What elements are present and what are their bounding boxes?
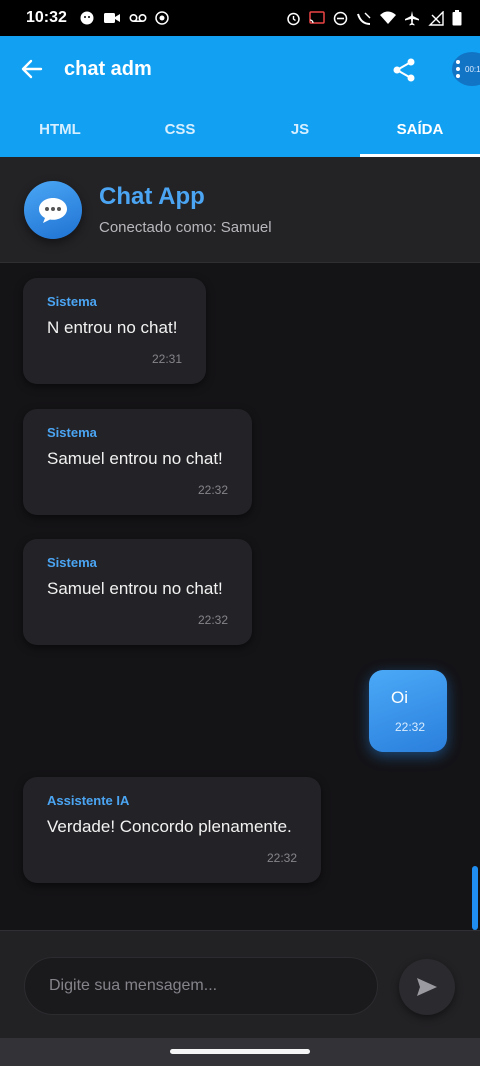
message-input[interactable] (24, 957, 378, 1015)
face-icon (80, 11, 94, 25)
overflow-menu-button[interactable]: 00:14 (452, 52, 480, 86)
message-sender: Sistema (47, 555, 97, 570)
chat-header: Chat App Conectado como: Samuel (0, 157, 480, 263)
share-button[interactable] (388, 54, 420, 86)
app-bar-title: chat adm (64, 57, 152, 80)
message-text: Verdade! Concordo plenamente. (47, 817, 292, 836)
tab-saida[interactable]: SAÍDA (360, 102, 480, 157)
app-bar: chat adm 00:14 (0, 36, 480, 102)
message-sender: Assistente IA (47, 793, 130, 808)
alarm-icon (287, 12, 300, 25)
chat-avatar (24, 181, 82, 239)
cast-screen-icon (309, 11, 325, 24)
battery-icon (452, 10, 462, 26)
my-message-bubble: Oi 22:32 (369, 670, 447, 752)
message-text: Samuel entrou no chat! (47, 579, 223, 598)
wifi-icon (380, 11, 396, 24)
recording-timer: 00:14 (465, 64, 480, 74)
scrollbar-thumb[interactable] (472, 866, 478, 930)
wifi-call-icon (357, 12, 371, 25)
message-time: 22:32 (394, 720, 425, 734)
speech-bubble-icon (39, 198, 67, 223)
more-vertical-icon (456, 60, 460, 78)
chat-app-title: Chat App (99, 183, 205, 210)
message-text: Samuel entrou no chat! (47, 449, 223, 468)
status-bar: 10:32 (0, 0, 480, 36)
message-text: N entrou no chat! (47, 318, 178, 337)
system-nav-bar (0, 1038, 480, 1066)
message-time: 22:32 (266, 851, 297, 865)
tab-css[interactable]: CSS (120, 102, 240, 157)
back-button[interactable] (0, 36, 64, 102)
message-time: 22:32 (197, 483, 228, 497)
home-gesture-handle[interactable] (170, 1049, 310, 1054)
dnd-icon (333, 11, 348, 25)
cast-icon (155, 11, 169, 25)
signal-off-icon (428, 10, 444, 26)
status-time: 10:32 (26, 9, 67, 26)
message-bubble: Sistema Samuel entrou no chat! 22:32 (23, 539, 252, 645)
connection-status: Conectado como: Samuel (99, 219, 272, 236)
arrow-left-icon (21, 59, 43, 79)
message-list[interactable]: Sistema N entrou no chat! 22:31 Sistema … (0, 264, 480, 930)
tab-bar: HTML CSS JS SAÍDA (0, 102, 480, 157)
message-bubble: Sistema N entrou no chat! 22:31 (23, 278, 206, 384)
message-sender: Sistema (47, 425, 97, 440)
video-icon (103, 13, 120, 23)
message-bubble: Sistema Samuel entrou no chat! 22:32 (23, 409, 252, 515)
message-sender: Sistema (47, 294, 97, 309)
send-button[interactable] (399, 959, 455, 1015)
message-time: 22:31 (151, 352, 182, 366)
message-text: Oi (391, 688, 408, 707)
message-composer (0, 930, 480, 1038)
message-bubble: Assistente IA Verdade! Concordo plenamen… (23, 777, 321, 883)
voicemail-icon (129, 13, 147, 23)
share-icon (393, 58, 415, 82)
airplane-icon (405, 11, 419, 26)
message-time: 22:32 (197, 613, 228, 627)
send-icon (417, 978, 437, 996)
tab-js[interactable]: JS (240, 102, 360, 157)
tab-html[interactable]: HTML (0, 102, 120, 157)
